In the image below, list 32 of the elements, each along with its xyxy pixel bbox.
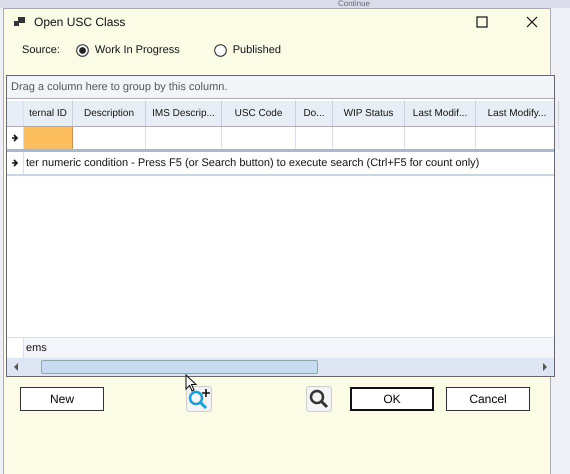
footer-text: ems — [25, 342, 47, 354]
column-header[interactable]: Last Modif... — [405, 101, 476, 126]
ok-button[interactable]: OK — [350, 387, 434, 411]
column-header[interactable]: Last Modify... — [476, 101, 559, 126]
close-icon[interactable] — [526, 16, 538, 28]
scroll-left-icon[interactable] — [13, 363, 19, 371]
search-icon[interactable] — [306, 386, 332, 412]
column-header[interactable]: Description — [73, 101, 146, 126]
window-title: Open USC Class — [34, 15, 126, 29]
new-button[interactable]: New — [20, 387, 104, 411]
column-header[interactable]: USC Code — [222, 101, 296, 126]
app-icon — [14, 16, 26, 28]
radio-option[interactable]: Published — [214, 44, 282, 56]
column-header[interactable]: WIP Status — [333, 101, 405, 126]
radio-circle[interactable] — [214, 44, 227, 56]
zoom-in-icon[interactable] — [186, 386, 212, 412]
row-arrow-icon — [11, 134, 19, 142]
column-header[interactable]: IMS Descrip... — [146, 101, 222, 126]
column-header[interactable]: Do... — [296, 101, 333, 126]
filter-hint: ter numeric condition - Press F5 (or Search button) to execute search (Ctrl+F5 for count only) — [25, 157, 480, 169]
toolbar-label: Continue — [338, 0, 370, 8]
row-arrow-icon — [11, 159, 19, 167]
cancel-button[interactable]: Cancel — [446, 387, 530, 411]
active-cell[interactable] — [24, 127, 73, 149]
scroll-right-icon[interactable] — [542, 363, 548, 371]
horizontal-scrollbar[interactable] — [7, 358, 554, 376]
radio-option[interactable]: Work In Progress — [76, 44, 180, 56]
radio-circle[interactable] — [76, 44, 89, 56]
source-label: Source: — [22, 44, 60, 56]
maximize-icon[interactable] — [476, 16, 488, 28]
column-header[interactable]: ternal ID — [24, 101, 73, 126]
group-panel: Drag a column here to group by this column. — [7, 76, 554, 99]
